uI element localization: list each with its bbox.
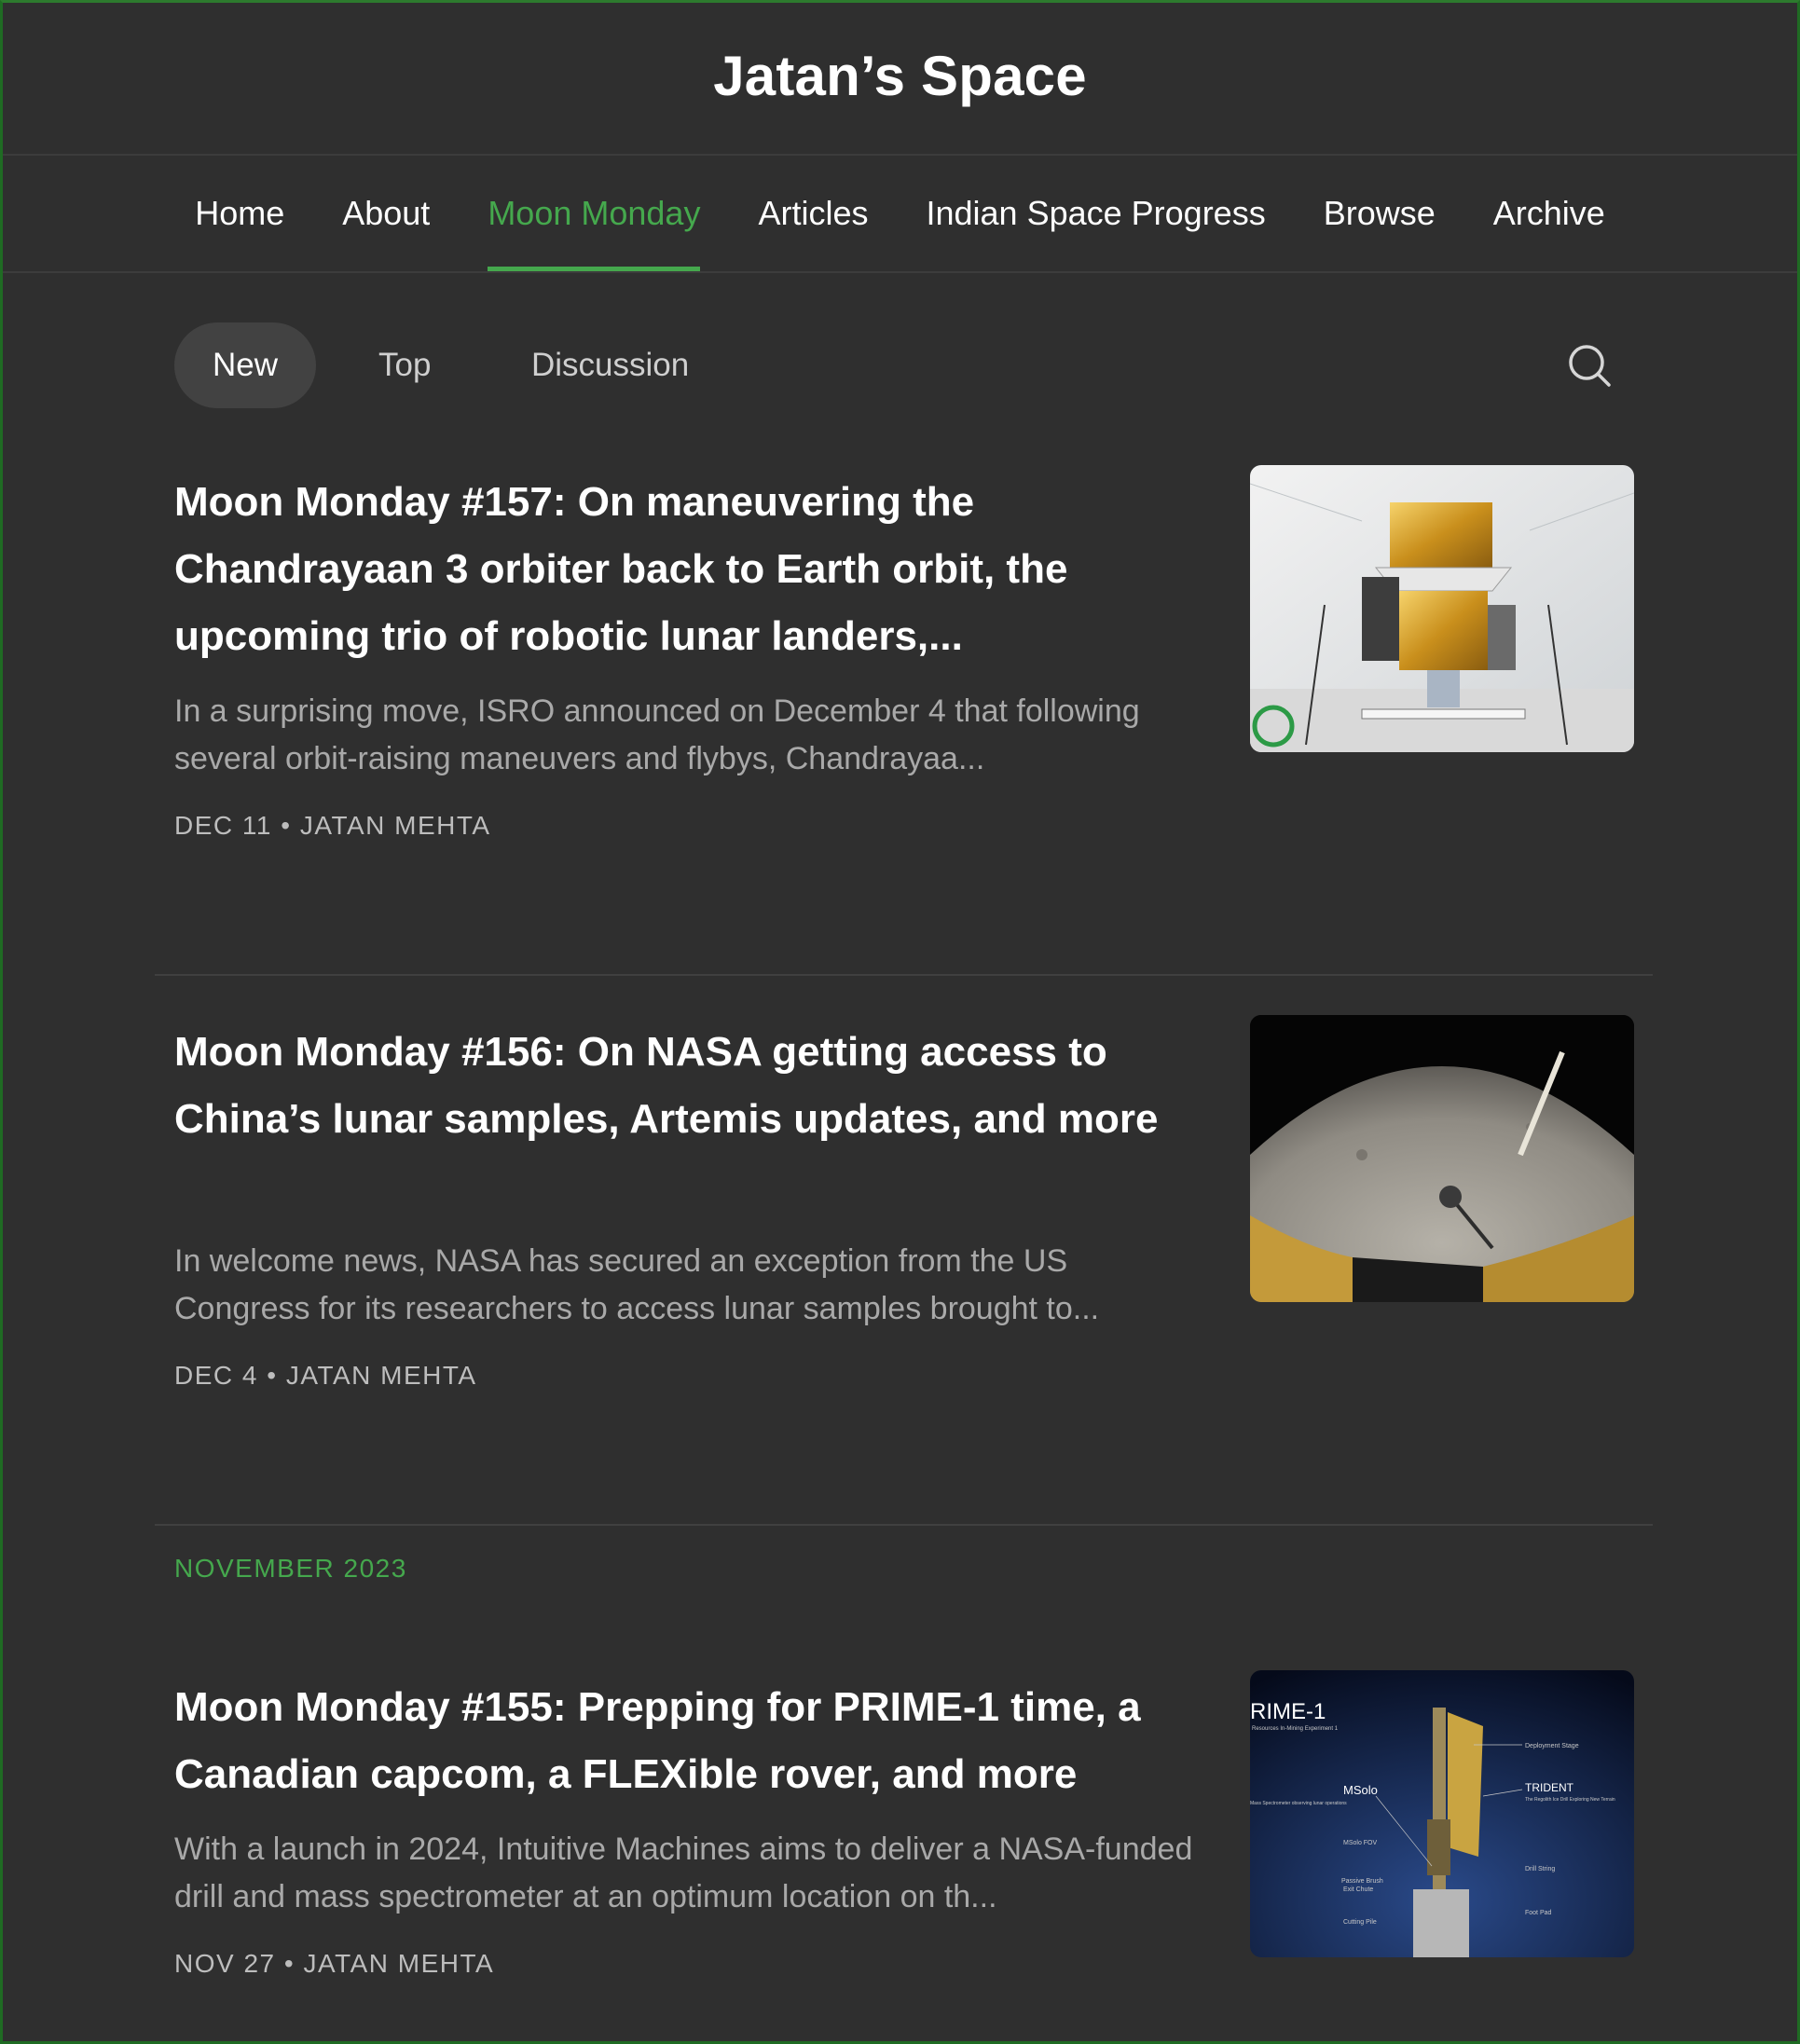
filter-tab-discussion[interactable]: Discussion <box>531 322 689 408</box>
meta-separator: • <box>283 1949 295 1978</box>
page-frame: Jatan’s Space Home About Moon Monday Art… <box>0 0 1800 2044</box>
diagram-label-pile: Cutting Pile <box>1343 1919 1377 1926</box>
diagram-label-msolo-sub: Mass Spectrometer observing lunar operat… <box>1250 1801 1347 1806</box>
divider <box>155 974 1653 976</box>
diagram-label-foot-pad: Foot Pad <box>1525 1910 1552 1916</box>
post-author[interactable]: JATAN MEHTA <box>300 811 491 840</box>
nav-item-articles[interactable]: Articles <box>758 156 868 271</box>
site-header: Jatan’s Space <box>3 3 1797 156</box>
meta-separator: • <box>267 1361 278 1390</box>
meta-separator: • <box>281 811 292 840</box>
diagram-label-trident-sub: The Regolith Ice Drill Exploring New Ter… <box>1525 1797 1615 1803</box>
nav-item-browse[interactable]: Browse <box>1324 156 1436 271</box>
nav-item-archive[interactable]: Archive <box>1493 156 1605 271</box>
post-date: NOV 27 <box>174 1949 276 1978</box>
post-title[interactable]: Moon Monday #155: Prepping for PRIME-1 t… <box>174 1674 1209 1808</box>
diagram-label-deployment: Deployment Stage <box>1525 1743 1579 1749</box>
divider <box>155 1524 1653 1526</box>
diagram-label-drill-string: Drill String <box>1525 1866 1555 1873</box>
post-thumbnail[interactable] <box>1250 1015 1634 1302</box>
lunar-surface-image <box>1250 1015 1634 1302</box>
post-meta: DEC 11 • JATAN MEHTA <box>174 811 491 841</box>
post-date: DEC 11 <box>174 811 272 840</box>
filter-bar: New Top Discussion <box>174 322 1634 408</box>
filter-tab-top[interactable]: Top <box>378 322 431 408</box>
post-thumbnail[interactable]: RIME-1 Resources In-Mining Experiment 1 … <box>1250 1670 1634 1957</box>
search-button[interactable] <box>1567 343 1614 390</box>
post-author[interactable]: JATAN MEHTA <box>286 1361 477 1390</box>
nav-item-indian-space-progress[interactable]: Indian Space Progress <box>926 156 1265 271</box>
post-item[interactable]: Moon Monday #155: Prepping for PRIME-1 t… <box>174 1670 1634 1987</box>
post-author[interactable]: JATAN MEHTA <box>303 1949 494 1978</box>
prime-1-diagram-image: RIME-1 Resources In-Mining Experiment 1 … <box>1250 1670 1634 1957</box>
month-label: NOVEMBER 2023 <box>174 1554 407 1583</box>
diagram-label-msolo-fov: MSolo FOV <box>1343 1840 1378 1846</box>
post-excerpt: In welcome news, NASA has secured an exc… <box>174 1243 1100 1326</box>
post-thumbnail[interactable] <box>1250 465 1634 752</box>
diagram-label-brush: Passive Brush <box>1341 1878 1383 1885</box>
post-meta: NOV 27 • JATAN MEHTA <box>174 1949 494 1979</box>
diagram-subtitle: Resources In-Mining Experiment 1 <box>1252 1726 1339 1732</box>
diagram-label-trident: TRIDENT <box>1525 1781 1574 1794</box>
diagram-label-chute: Exit Chute <box>1343 1886 1373 1893</box>
nav-item-moon-monday[interactable]: Moon Monday <box>488 156 701 271</box>
post-meta: DEC 4 • JATAN MEHTA <box>174 1361 477 1391</box>
post-item[interactable]: Moon Monday #157: On maneuvering the Cha… <box>174 465 1634 857</box>
site-title[interactable]: Jatan’s Space <box>713 44 1087 108</box>
main-nav: Home About Moon Monday Articles Indian S… <box>3 156 1797 273</box>
post-excerpt: With a launch in 2024, Intuitive Machine… <box>174 1831 1193 1914</box>
diagram-title: RIME-1 <box>1250 1699 1326 1724</box>
filter-tab-new[interactable]: New <box>174 322 317 408</box>
nav-item-home[interactable]: Home <box>195 156 284 271</box>
spacecraft-in-cleanroom-image <box>1250 465 1634 752</box>
post-title[interactable]: Moon Monday #156: On NASA getting access… <box>174 1019 1209 1153</box>
post-date: DEC 4 <box>174 1361 258 1390</box>
post-title[interactable]: Moon Monday #157: On maneuvering the Cha… <box>174 469 1209 670</box>
post-item[interactable]: Moon Monday #156: On NASA getting access… <box>174 1015 1634 1406</box>
post-excerpt: In a surprising move, ISRO announced on … <box>174 693 1140 776</box>
nav-item-about[interactable]: About <box>342 156 430 271</box>
diagram-label-msolo: MSolo <box>1343 1783 1378 1797</box>
search-icon <box>1569 345 1611 387</box>
